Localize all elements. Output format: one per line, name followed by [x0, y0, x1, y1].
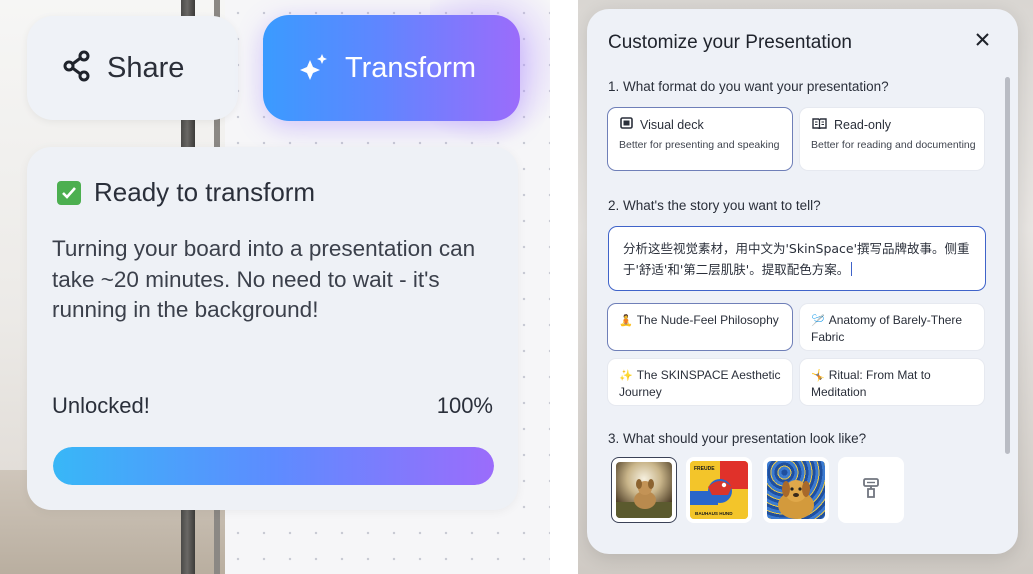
story-prompt-text: 分析这些视觉素材，用中文为'SkinSpace'撰写品牌故事。侧重于'舒适'和'… — [623, 241, 970, 277]
format-option-visual-deck[interactable]: Visual deck Better for presenting and sp… — [607, 107, 793, 171]
text-caret — [851, 262, 853, 276]
dialog-scrollbar[interactable] — [1005, 77, 1010, 454]
style-custom[interactable] — [838, 457, 904, 523]
dialog-title: Customize your Presentation — [608, 32, 852, 53]
share-icon — [63, 50, 91, 87]
story-question: 2. What's the story you want to tell? — [608, 198, 821, 213]
van-gogh-dog-thumbnail — [767, 461, 825, 519]
story-suggestion[interactable]: 🧘 The Nude-Feel Philosophy — [607, 303, 793, 351]
style-bauhaus[interactable]: FREUDE BAUHAUS HUND — [686, 457, 752, 523]
status-title: Ready to transform — [94, 177, 316, 207]
progress-bar — [53, 447, 494, 485]
format-question: 1. What format do you want your presenta… — [608, 79, 889, 94]
cartwheel-icon: 🤸 — [811, 370, 825, 382]
format-title: Read-only — [834, 117, 891, 132]
sparkles-icon: ✨ — [619, 370, 633, 382]
meditation-icon: 🧘 — [619, 315, 633, 327]
story-suggestion-label: Anatomy of Barely-There Fabric — [811, 313, 963, 344]
status-heading: Ready to transform — [57, 177, 315, 208]
story-suggestion[interactable]: 🪡 Anatomy of Barely-There Fabric — [799, 303, 985, 351]
status-description: Turning your board into a presentation c… — [52, 236, 476, 322]
close-icon — [975, 33, 989, 51]
style-photo-dog[interactable] — [611, 457, 677, 523]
book-icon — [812, 117, 827, 132]
format-option-read-only[interactable]: Read-only Better for reading and documen… — [799, 107, 985, 171]
checkmark-icon — [57, 180, 81, 205]
share-button[interactable]: Share — [27, 16, 238, 120]
story-suggestion[interactable]: 🤸 Ritual: From Mat to Meditation — [799, 358, 985, 406]
customize-panel-backdrop: Customize your Presentation 1. What form… — [578, 0, 1033, 574]
share-label: Share — [107, 51, 185, 84]
status-card: Ready to transform Turning your board in… — [27, 147, 518, 510]
transform-status-panel: Share Transform Ready to transform Turni… — [0, 0, 550, 574]
style-question: 3. What should your presentation look li… — [608, 431, 867, 446]
format-description: Better for reading and documenting — [811, 139, 976, 151]
story-prompt-input[interactable]: 分析这些视觉素材，用中文为'SkinSpace'撰写品牌故事。侧重于'舒适'和'… — [608, 226, 986, 291]
slides-icon — [620, 117, 633, 132]
sewing-needle-icon: 🪡 — [811, 315, 825, 327]
transform-button[interactable]: Transform — [263, 15, 520, 121]
photo-dog-thumbnail — [616, 462, 672, 518]
story-suggestion-label: Ritual: From Mat to Meditation — [811, 368, 931, 399]
customize-presentation-dialog: Customize your Presentation 1. What form… — [587, 9, 1018, 554]
style-van-gogh-dog[interactable] — [763, 457, 829, 523]
bauhaus-thumbnail: FREUDE BAUHAUS HUND — [690, 461, 748, 519]
story-suggestion-label: The Nude-Feel Philosophy — [636, 313, 779, 327]
paint-roller-icon — [862, 477, 880, 503]
progress-fill — [53, 447, 494, 485]
svg-text:FREUDE: FREUDE — [694, 466, 715, 472]
sparkle-icon — [299, 52, 329, 85]
svg-text:BAUHAUS HUND: BAUHAUS HUND — [695, 511, 733, 516]
close-button[interactable] — [971, 31, 993, 53]
format-title: Visual deck — [640, 117, 704, 132]
story-suggestion-label: The SKINSPACE Aesthetic Journey — [619, 368, 781, 399]
progress-percent: 100% — [436, 393, 493, 418]
transform-label: Transform — [345, 51, 477, 84]
unlocked-label: Unlocked! — [52, 393, 150, 418]
story-suggestion[interactable]: ✨ The SKINSPACE Aesthetic Journey — [607, 358, 793, 406]
format-description: Better for presenting and speaking — [619, 139, 780, 151]
